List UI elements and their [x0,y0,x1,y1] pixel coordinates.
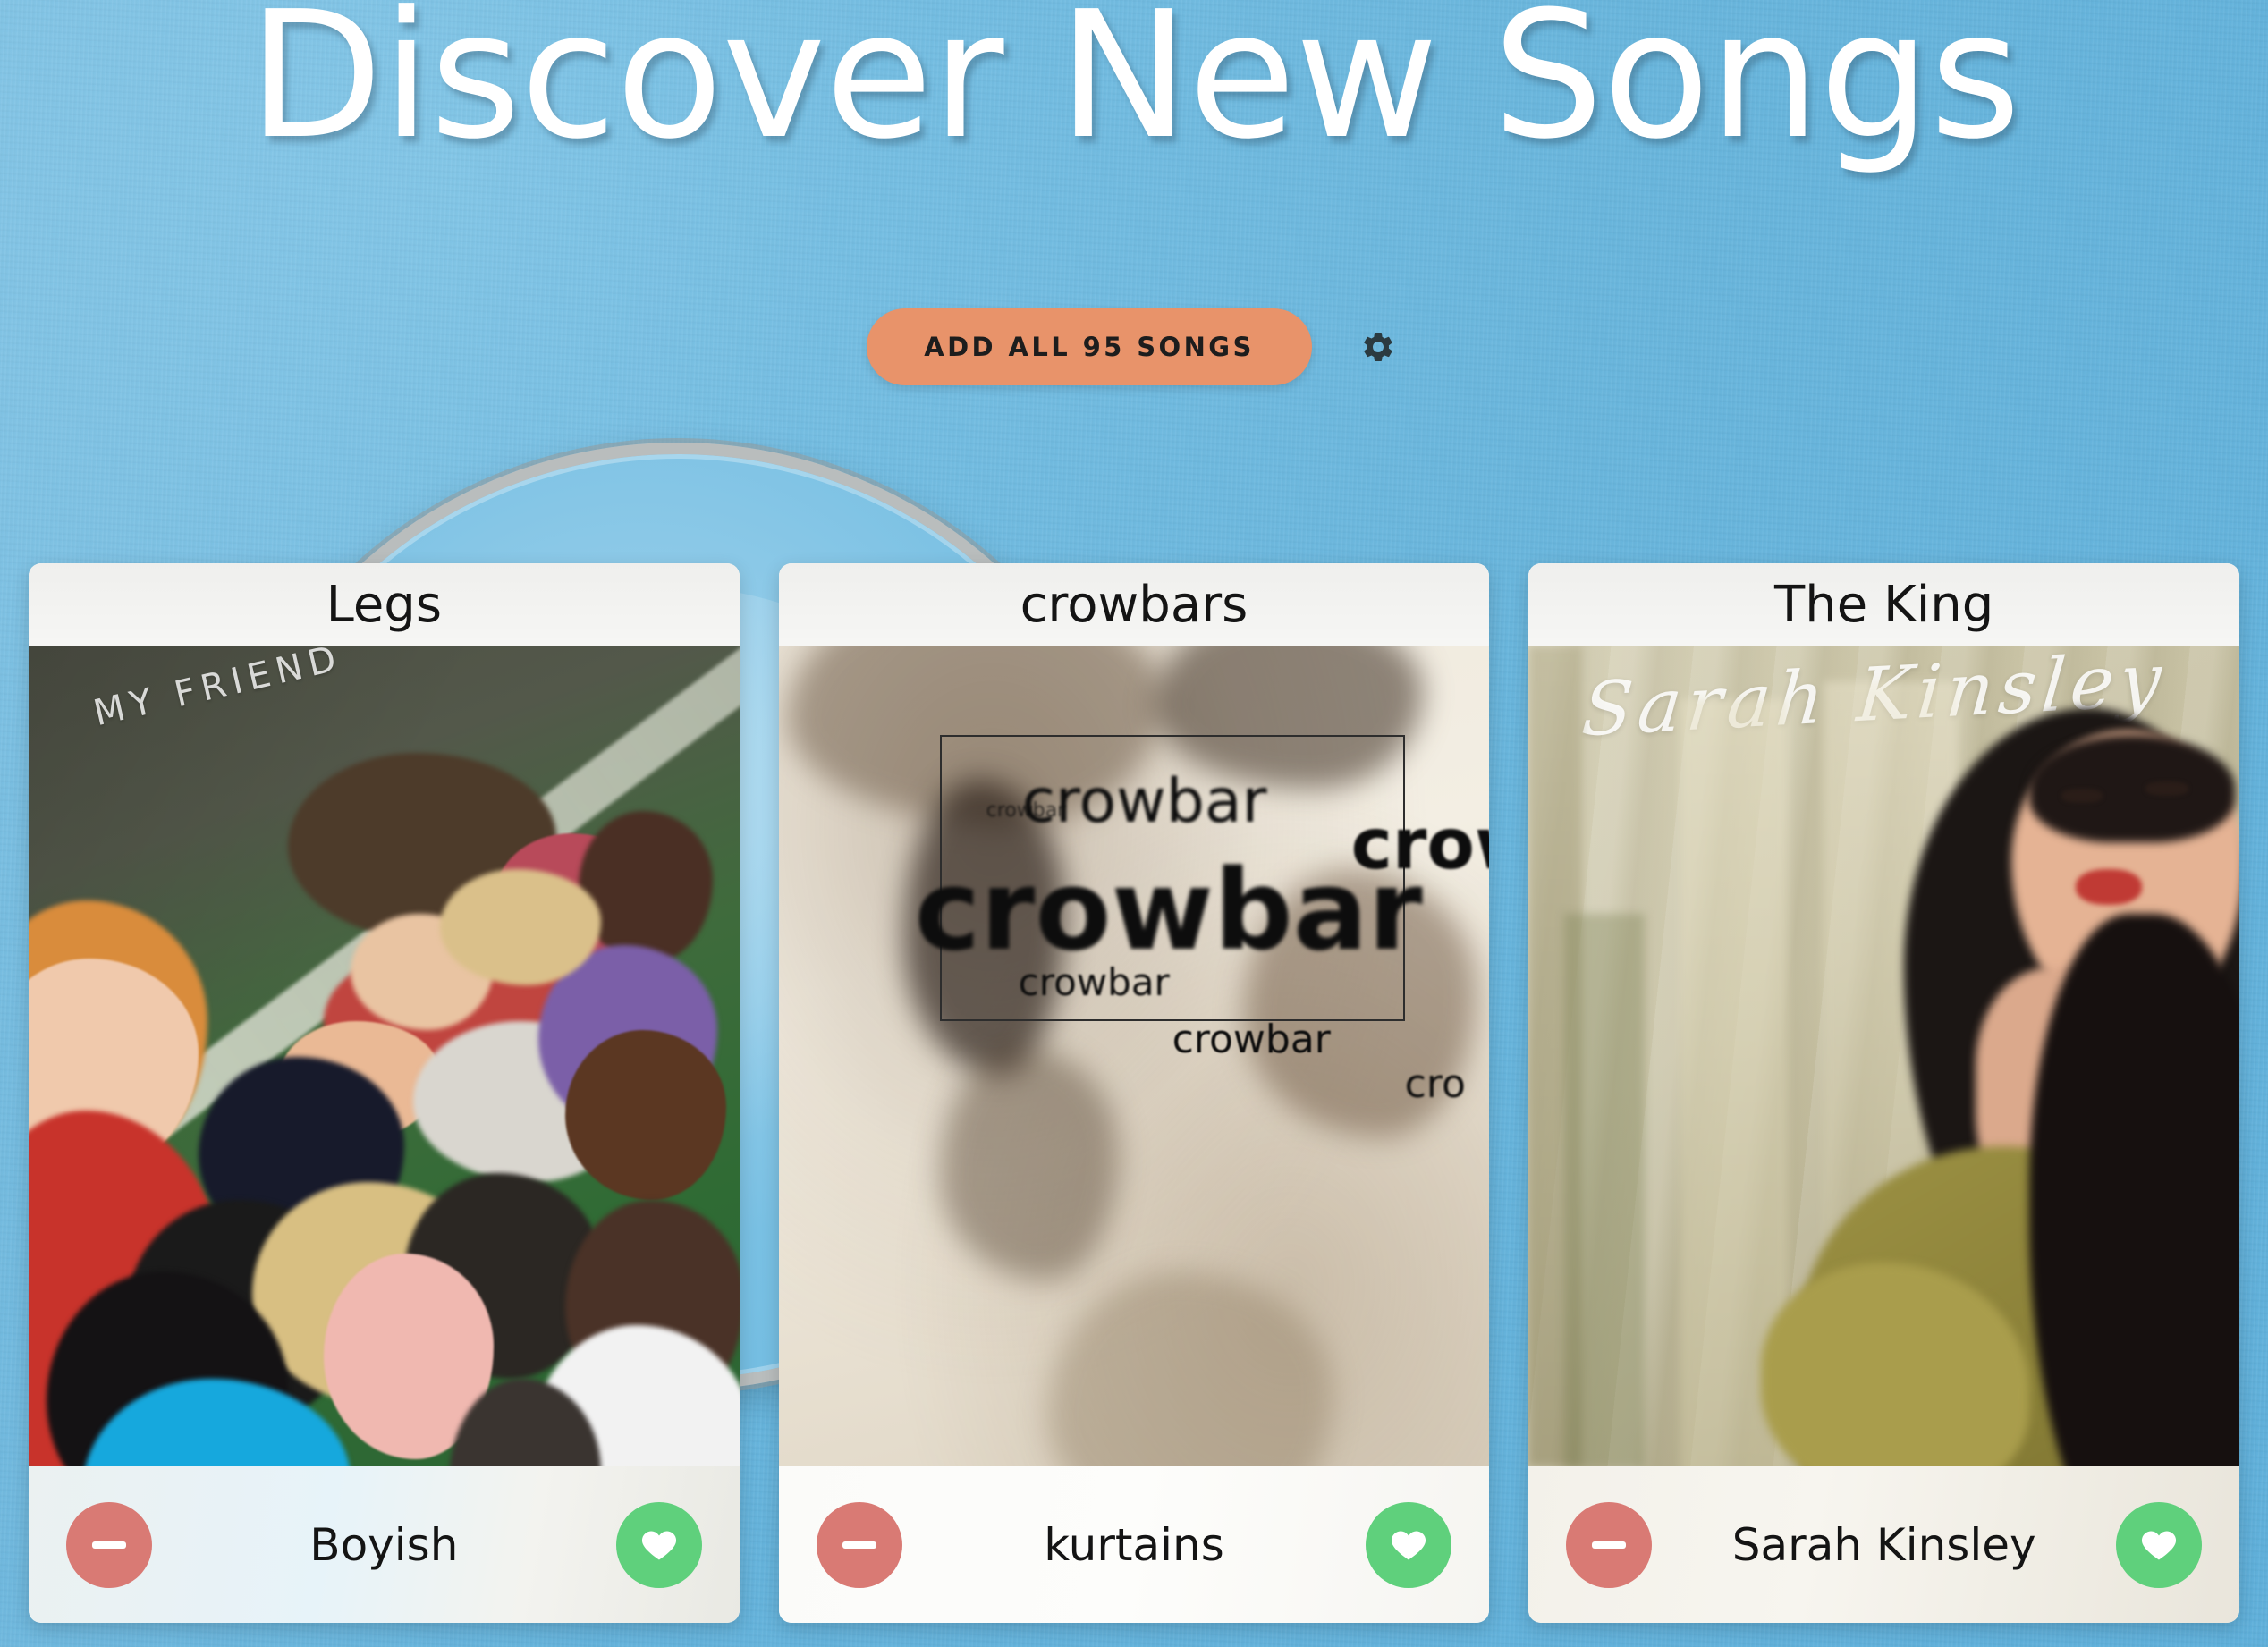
song-card[interactable]: Legs MY FRIEND Boyish [29,563,740,1623]
remove-song-button[interactable] [1566,1501,1653,1588]
song-title: The King [1528,563,2240,646]
settings-button[interactable] [1355,324,1401,370]
heart-icon [1389,1525,1428,1565]
artist-name: Sarah Kinsley [1731,1518,2036,1571]
art-smudge [1046,1271,1333,1466]
add-all-songs-button[interactable]: ADD ALL 95 SONGS [867,308,1312,385]
minus-circle-icon [842,1541,876,1549]
art-word: crowbar [914,847,1423,976]
art-lips [2076,869,2143,905]
remove-song-button[interactable] [66,1501,152,1588]
card-footer: kurtains [778,1466,1490,1623]
art-word: crowbar [986,799,1066,822]
art-eye [2061,789,2103,803]
heart-icon [2139,1525,2179,1565]
art-hair [2029,735,2236,842]
song-title: Legs [29,563,740,646]
heart-icon [639,1525,679,1565]
art-word: cro [1404,1061,1466,1107]
art-word: crowbar [1018,960,1170,1004]
like-song-button[interactable] [2116,1501,2203,1588]
album-art: MY FRIEND [29,646,740,1466]
like-song-button[interactable] [615,1501,702,1588]
minus-circle-icon [92,1541,126,1549]
page-title: Discover New Songs [248,0,2021,178]
art-hair [2029,914,2240,1466]
card-footer: Sarah Kinsley [1528,1466,2240,1623]
art-smudge [939,1048,1119,1280]
art-figure [565,1030,726,1200]
art-chalk-text: MY FRIEND [89,646,346,735]
art-figure [440,869,601,985]
art-word: crow [1350,805,1490,885]
art-eye [2145,781,2189,796]
toolbar: ADD ALL 95 SONGS [0,308,2268,385]
card-footer: Boyish [29,1466,740,1623]
art-foliage [1564,914,1646,1466]
minus-circle-icon [1592,1541,1627,1549]
song-card[interactable]: The King Sarah Kinsley Sarah Kinsley [1528,563,2240,1623]
like-song-button[interactable] [1366,1501,1452,1588]
artist-name: Boyish [309,1518,459,1571]
song-card[interactable]: crowbars crowbar crowbar crowbar crow cr… [778,563,1490,1623]
remove-song-button[interactable] [816,1501,902,1588]
art-word: crowbar [1172,1017,1331,1062]
song-card-row: Legs MY FRIEND Boyish crowbars crowbar c… [29,563,2240,1623]
album-art: crowbar crowbar crowbar crow crowbar cro… [778,646,1490,1466]
gear-icon [1360,329,1396,365]
artist-name: kurtains [1044,1518,1224,1571]
art-figure [579,811,713,963]
song-title: crowbars [778,563,1490,646]
album-art: Sarah Kinsley [1528,646,2240,1466]
